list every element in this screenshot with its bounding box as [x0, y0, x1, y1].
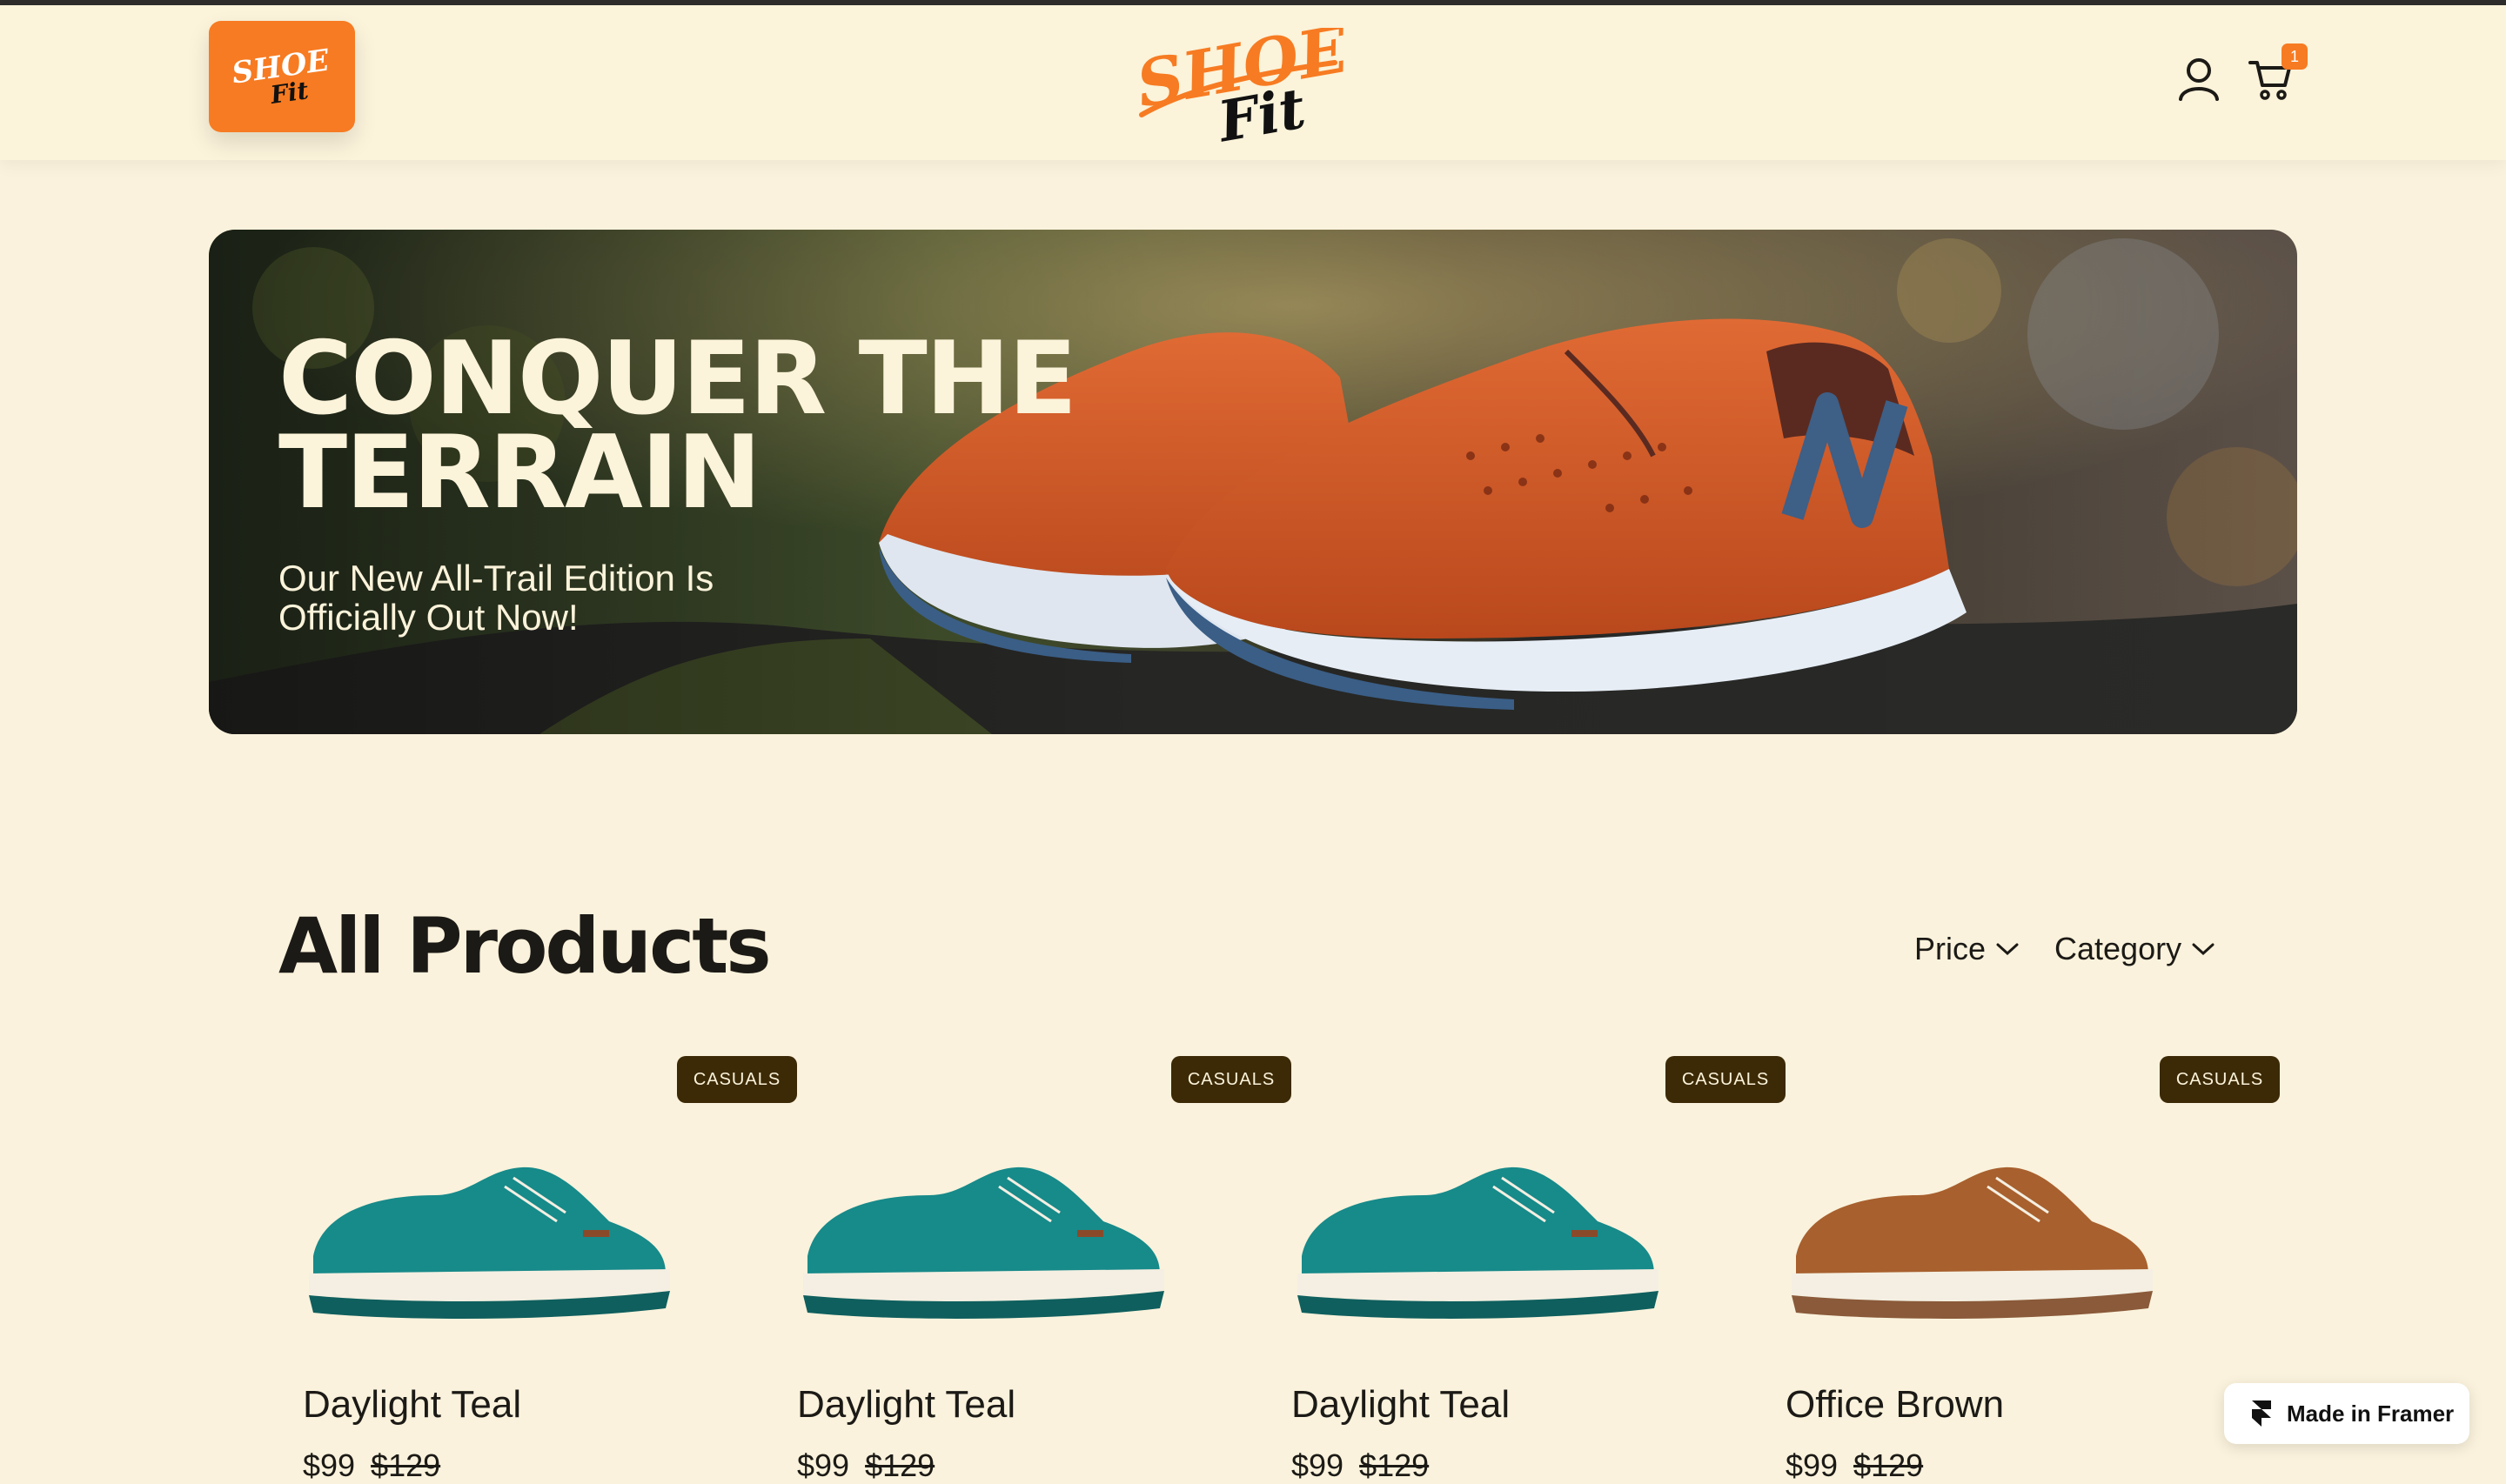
user-icon[interactable] — [2177, 56, 2221, 101]
sale-price: $99 — [1786, 1447, 1839, 1483]
price-filter-label: Price — [1914, 931, 1987, 966]
shoe-image — [1792, 1166, 2153, 1319]
shoe-fit-brand-logo[interactable]: SHOE Fit — [1126, 28, 1356, 151]
product-name[interactable]: Daylight Teal — [303, 1383, 521, 1427]
product-name[interactable]: Office Brown — [1786, 1383, 2004, 1427]
chevron-down-icon — [2192, 943, 2215, 956]
category-filter-label: Category — [2054, 931, 2182, 966]
shoe-image — [1297, 1166, 1658, 1319]
price-filter-dropdown[interactable]: Price — [1914, 927, 2019, 971]
hero-subtitle: Our New All-Trail Edition Is Officially … — [278, 558, 714, 638]
product-name[interactable]: Daylight Teal — [797, 1383, 1015, 1427]
shoe-image — [309, 1166, 670, 1319]
sale-price: $99 — [1291, 1447, 1344, 1483]
site-header: SHOE Fit SHOE Fit 1 — [0, 5, 2506, 160]
sale-price: $99 — [303, 1447, 356, 1483]
cart-count-badge: 1 — [2282, 43, 2308, 70]
product-card[interactable]: CASUALS Daylight Teal $99 $129 — [278, 1056, 797, 1483]
sale-price: $99 — [797, 1447, 850, 1483]
category-filter-dropdown[interactable]: Category — [2054, 927, 2215, 971]
made-in-framer-label: Made in Framer — [2287, 1400, 2455, 1427]
hero-banner[interactable]: Conquer the Terrain Our New All-Trail Ed… — [209, 230, 2297, 734]
shoe-fit-logo-small: SHOE Fit — [230, 43, 332, 110]
chevron-down-icon — [1996, 943, 2019, 956]
framer-icon — [2252, 1400, 2271, 1427]
category-badge: CASUALS — [2160, 1056, 2280, 1103]
original-price: $129 — [865, 1447, 935, 1483]
product-card[interactable]: CASUALS Office Brown $99 $129 — [1761, 1056, 2280, 1483]
original-price: $129 — [371, 1447, 441, 1483]
svg-text:Fit: Fit — [268, 76, 311, 110]
hero-title: Conquer the Terrain — [278, 320, 1077, 531]
product-name[interactable]: Daylight Teal — [1291, 1383, 1510, 1427]
home-logo-button[interactable]: SHOE Fit — [209, 21, 355, 132]
original-price: $129 — [1853, 1447, 1924, 1483]
original-price: $129 — [1359, 1447, 1430, 1483]
product-card[interactable]: CASUALS Daylight Teal $99 $129 — [1267, 1056, 1786, 1483]
section-title: All Products — [278, 901, 772, 991]
shoe-image — [803, 1166, 1164, 1319]
made-in-framer-badge[interactable]: Made in Framer — [2224, 1383, 2469, 1444]
product-card[interactable]: CASUALS Daylight Teal $99 $129 — [773, 1056, 1291, 1483]
